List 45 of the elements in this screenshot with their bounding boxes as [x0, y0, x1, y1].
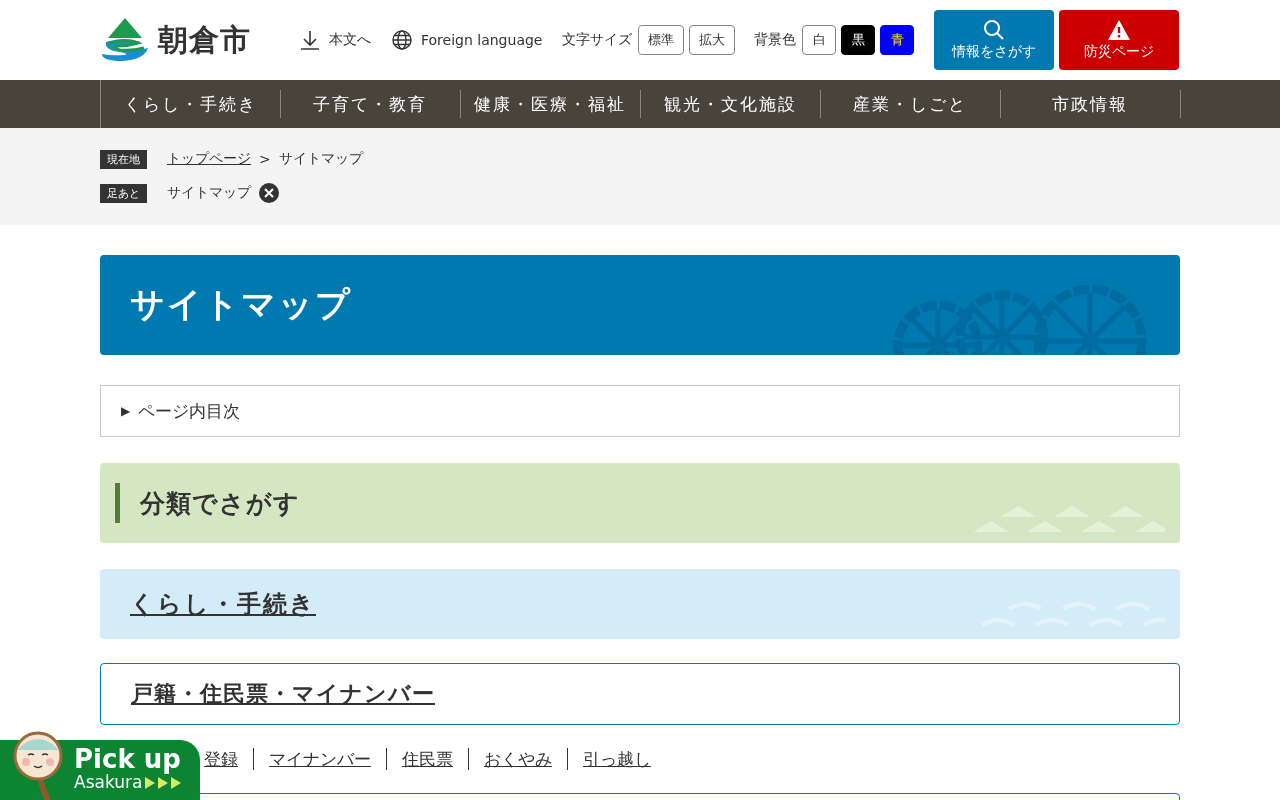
warning-icon [1107, 19, 1132, 41]
breadcrumb-label: 現在地 [100, 149, 147, 169]
topic-link[interactable]: 住民票 [402, 747, 453, 771]
nav-menu-item[interactable]: 健康・医療・福祉 [460, 90, 641, 118]
close-icon[interactable] [259, 183, 279, 203]
section-heading: 分類でさがす [140, 487, 300, 520]
disaster-page-button[interactable]: 防災ページ [1059, 10, 1180, 70]
breadcrumb-separator: > [259, 151, 271, 167]
table-of-contents-label: ページ内目次 [138, 399, 241, 423]
nav-menu-item[interactable]: 観光・文化施設 [640, 90, 821, 118]
nav-menu-item[interactable]: 市政情報 [1000, 90, 1181, 118]
nav-menu-item[interactable]: 子育て・教育 [280, 90, 461, 118]
pickup-title: Pick up [74, 746, 182, 772]
table-of-contents-toggle[interactable]: ▶ ページ内目次 [100, 385, 1180, 437]
text-size-button[interactable]: 標準 [638, 25, 685, 55]
foreign-language-link[interactable]: Foreign language [391, 29, 543, 51]
topic-link[interactable]: おくやみ [484, 747, 552, 771]
text-size-button[interactable]: 拡大 [689, 25, 736, 55]
city-logo-icon [100, 18, 150, 62]
site-name[interactable]: 朝倉市 [158, 19, 251, 61]
topic-link[interactable]: 引っ越し [583, 747, 651, 771]
topic-link[interactable]: 登録 [204, 747, 238, 771]
background-color-label: 背景色 [754, 31, 797, 49]
globe-icon [391, 29, 413, 51]
footprint-label: 足あと [100, 183, 147, 203]
nav-menu-item[interactable]: くらし・手続き [100, 90, 281, 118]
text-size-label: 文字サイズ [562, 31, 633, 49]
background-color-button[interactable]: 青 [880, 25, 915, 55]
nav-menu-item[interactable]: 産業・しごと [820, 90, 1001, 118]
page-title: サイトマップ [130, 283, 352, 326]
breadcrumb-link[interactable]: トップページ [167, 150, 251, 168]
search-icon [983, 19, 1006, 41]
download-arrow-icon [299, 29, 321, 51]
footprint-link[interactable]: サイトマップ [167, 184, 251, 202]
expand-triangle-icon: ▶ [121, 404, 131, 418]
category-link[interactable]: くらし・手続き [130, 588, 316, 620]
pickup-banner[interactable]: Pick up Asakura [0, 730, 200, 800]
topic-link[interactable]: マイナンバー [269, 747, 371, 771]
breadcrumb-current: サイトマップ [278, 150, 363, 168]
search-info-button[interactable]: 情報をさがす [934, 10, 1055, 70]
skip-to-content-link[interactable]: 本文へ [299, 29, 371, 51]
pickup-subtitle: Asakura [74, 774, 143, 791]
subcategory-link[interactable]: 戸籍・住民票・マイナンバー [131, 679, 435, 709]
background-color-button[interactable]: 黒 [841, 25, 876, 55]
background-color-button[interactable]: 白 [802, 25, 837, 55]
